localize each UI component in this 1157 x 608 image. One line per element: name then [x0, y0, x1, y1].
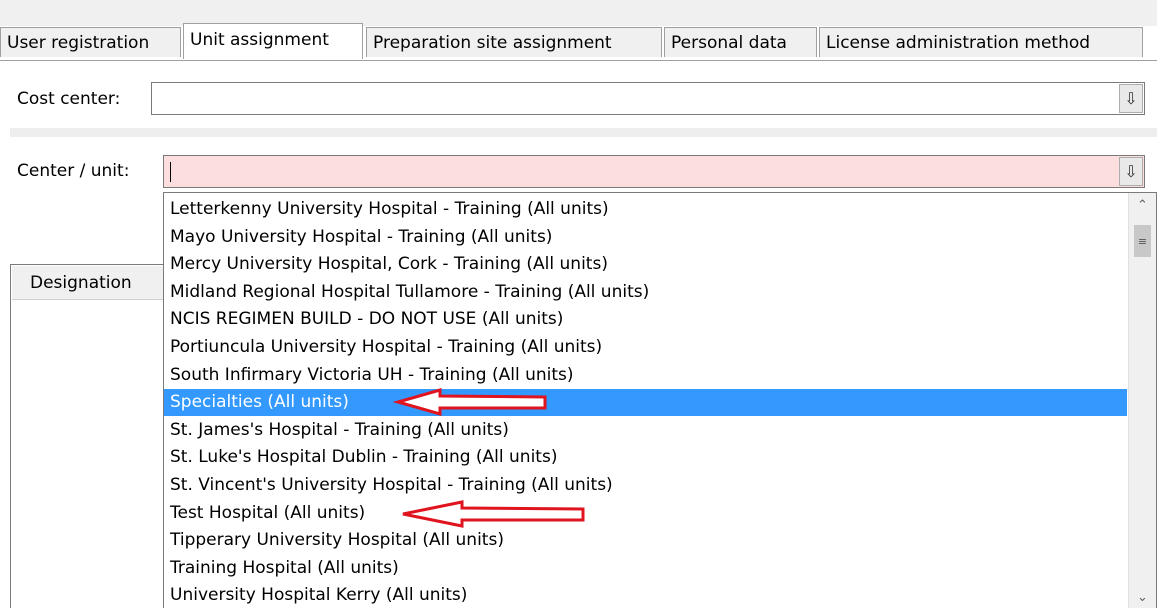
- dropdown-item[interactable]: St. Vincent's University Hospital - Trai…: [164, 472, 1127, 499]
- dropdown-item[interactable]: Portiuncula University Hospital - Traini…: [164, 334, 1127, 361]
- scroll-down-icon[interactable]: ⌄: [1129, 587, 1156, 608]
- cost-center-combobox[interactable]: ⇩: [151, 82, 1145, 115]
- center-unit-label: Center / unit:: [17, 161, 130, 181]
- dropdown-item[interactable]: South Infirmary Victoria UH - Training (…: [164, 362, 1127, 389]
- dropdown-item[interactable]: Training Hospital (All units): [164, 555, 1127, 582]
- designation-column-header[interactable]: Designation: [12, 266, 170, 300]
- dropdown-item[interactable]: St. James's Hospital - Training (All uni…: [164, 417, 1127, 444]
- scroll-up-icon[interactable]: ⌃: [1129, 195, 1156, 217]
- dropdown-item[interactable]: Mayo University Hospital - Training (All…: [164, 224, 1127, 251]
- tab-license-administration-method[interactable]: License administration method: [819, 27, 1143, 57]
- tab-personal-data[interactable]: Personal data: [664, 27, 817, 57]
- scroll-thumb[interactable]: ≡: [1134, 225, 1151, 257]
- tab-bar: User registration Unit assignment Prepar…: [0, 23, 1157, 61]
- cost-center-label: Cost center:: [17, 89, 121, 109]
- dropdown-item[interactable]: Midland Regional Hospital Tullamore - Tr…: [164, 279, 1127, 306]
- dropdown-item[interactable]: Tipperary University Hospital (All units…: [164, 527, 1127, 554]
- dropdown-item[interactable]: NCIS REGIMEN BUILD - DO NOT USE (All uni…: [164, 306, 1127, 333]
- dropdown-item[interactable]: University Hospital Kerry (All units): [164, 582, 1127, 608]
- tab-baseline: [0, 60, 1157, 61]
- dropdown-item[interactable]: Specialties (All units): [164, 389, 1127, 417]
- center-unit-combobox[interactable]: ⇩: [163, 155, 1145, 188]
- center-unit-dropdown-list[interactable]: Letterkenny University Hospital - Traini…: [163, 192, 1157, 608]
- dropdown-item[interactable]: Mercy University Hospital, Cork - Traini…: [164, 251, 1127, 278]
- designation-panel: Designation: [10, 264, 170, 608]
- dropdown-arrow-icon[interactable]: ⇩: [1119, 157, 1143, 186]
- text-caret: [170, 162, 171, 182]
- dropdown-item[interactable]: Test Hospital (All units): [164, 500, 1127, 527]
- tab-user-registration[interactable]: User registration: [0, 27, 181, 57]
- dropdown-item[interactable]: St. Luke's Hospital Dublin - Training (A…: [164, 444, 1127, 471]
- separator: [10, 128, 1157, 137]
- tab-unit-assignment[interactable]: Unit assignment: [183, 23, 363, 59]
- tab-preparation-site-assignment[interactable]: Preparation site assignment: [366, 27, 662, 57]
- dropdown-item[interactable]: Letterkenny University Hospital - Traini…: [164, 196, 1127, 223]
- vertical-scrollbar[interactable]: ⌃ ≡ ⌄: [1128, 193, 1156, 608]
- dropdown-arrow-icon[interactable]: ⇩: [1119, 84, 1143, 113]
